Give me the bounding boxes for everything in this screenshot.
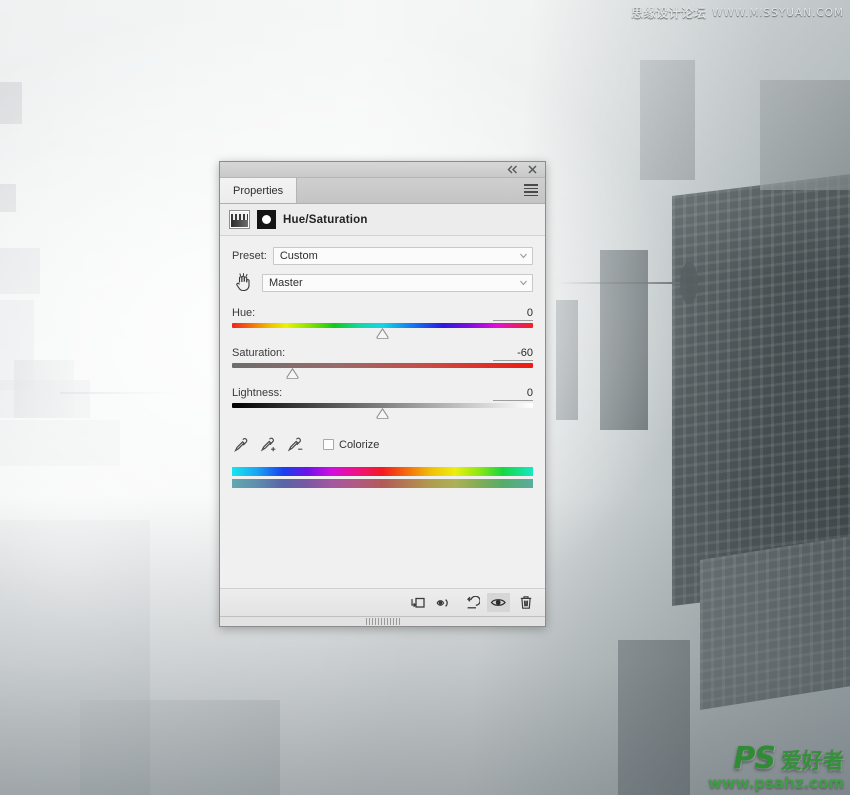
skyline-building xyxy=(0,184,16,212)
source-color-bar xyxy=(232,467,533,476)
site-watermark-top: 思缘设计论坛 WWW.MISSYUAN.COM xyxy=(631,4,844,21)
saturation-slider-track[interactable] xyxy=(232,363,533,380)
site-watermark-bottom: PS 爱好者 www.psahz.com xyxy=(708,744,844,791)
panel-tabstrip: Properties xyxy=(220,178,545,204)
watermark-ps-url: www.psahz.com xyxy=(707,774,844,792)
hue-slider-thumb[interactable] xyxy=(376,328,389,339)
properties-panel: Properties Hue/Saturation Preset: Custom xyxy=(219,161,546,627)
lightness-value[interactable]: 0 xyxy=(493,387,533,401)
channel-dropdown[interactable]: Master xyxy=(262,274,533,292)
panel-titlebar[interactable] xyxy=(220,162,545,178)
skyline-building xyxy=(14,360,74,418)
watermark-ps-logo: PS xyxy=(733,741,776,776)
colorize-label: Colorize xyxy=(339,438,380,451)
lightness-slider-thumb[interactable] xyxy=(376,408,389,419)
adjustment-layer-thumbnail-icon[interactable] xyxy=(229,210,250,229)
skyline-building xyxy=(556,300,578,420)
toggle-visibility-button[interactable] xyxy=(487,593,510,612)
adjustment-title: Hue/Saturation xyxy=(283,213,368,226)
preset-label: Preset: xyxy=(232,250,267,262)
skyline-building xyxy=(80,700,280,795)
skyline-building xyxy=(600,250,648,430)
panel-body: Preset: Custom Master Hue: 0 Saturation:… xyxy=(220,236,545,588)
eyedropper-icon[interactable] xyxy=(232,436,249,453)
channel-row: Master xyxy=(232,273,533,293)
eyedropper-subtract-icon[interactable] xyxy=(286,436,303,453)
antenna-spire xyxy=(680,262,698,304)
saturation-label: Saturation: xyxy=(232,347,286,359)
reset-button[interactable] xyxy=(460,593,483,612)
channel-value: Master xyxy=(269,277,303,289)
watermark-forum-name: 思缘设计论坛 xyxy=(631,6,707,20)
clip-to-layer-button[interactable] xyxy=(406,593,429,612)
hue-slider-track[interactable] xyxy=(232,323,533,340)
panel-bottom-edge xyxy=(220,616,545,626)
panel-footer-toolbar xyxy=(220,588,545,616)
watermark-ps-cn: 爱好者 xyxy=(781,749,844,773)
preset-value: Custom xyxy=(279,250,318,262)
layer-mask-thumbnail-icon[interactable] xyxy=(257,210,276,229)
hue-value[interactable]: 0 xyxy=(493,307,533,321)
tab-properties-label: Properties xyxy=(233,184,284,197)
preset-row: Preset: Custom xyxy=(232,247,533,265)
antenna-spire xyxy=(60,392,180,394)
slider-saturation: Saturation: -60 xyxy=(232,347,533,380)
on-image-adjustment-tool-icon[interactable] xyxy=(232,273,254,293)
antenna-spire xyxy=(556,282,686,284)
watermark-forum-url: WWW.MISSYUAN.COM xyxy=(712,6,844,19)
colorize-checkbox[interactable] xyxy=(323,439,334,450)
lightness-slider-track[interactable] xyxy=(232,403,533,420)
slider-lightness: Lightness: 0 xyxy=(232,387,533,420)
eyedropper-add-icon[interactable] xyxy=(259,436,276,453)
hue-label: Hue: xyxy=(232,307,256,319)
skyline-building xyxy=(640,60,695,180)
lightness-label: Lightness: xyxy=(232,387,283,399)
view-previous-state-button[interactable] xyxy=(433,593,456,612)
skyline-building xyxy=(0,82,22,124)
skyline-building xyxy=(0,420,120,466)
result-color-bar xyxy=(232,479,533,488)
tools-row: Colorize xyxy=(232,436,533,453)
saturation-slider-thumb[interactable] xyxy=(286,368,299,379)
skyline-building xyxy=(0,248,40,294)
panel-resize-grip[interactable] xyxy=(365,618,400,625)
saturation-value[interactable]: -60 xyxy=(493,347,533,361)
chevron-down-icon xyxy=(520,280,527,286)
double-chevron-left-icon[interactable] xyxy=(507,164,518,175)
adjustment-header: Hue/Saturation xyxy=(220,204,545,236)
close-icon[interactable] xyxy=(527,164,538,175)
panel-menu-icon[interactable] xyxy=(524,183,538,197)
skyline-building xyxy=(700,536,850,710)
delete-layer-button[interactable] xyxy=(514,593,537,612)
chevron-down-icon xyxy=(520,253,527,259)
skyline-building xyxy=(760,80,850,190)
skyline-building xyxy=(618,640,690,795)
preset-dropdown[interactable]: Custom xyxy=(272,247,533,265)
tab-properties[interactable]: Properties xyxy=(220,178,298,203)
colorize-checkbox-row[interactable]: Colorize xyxy=(323,439,379,451)
slider-hue: Hue: 0 xyxy=(232,307,533,340)
color-bars xyxy=(232,467,533,488)
building-windows xyxy=(700,536,850,710)
